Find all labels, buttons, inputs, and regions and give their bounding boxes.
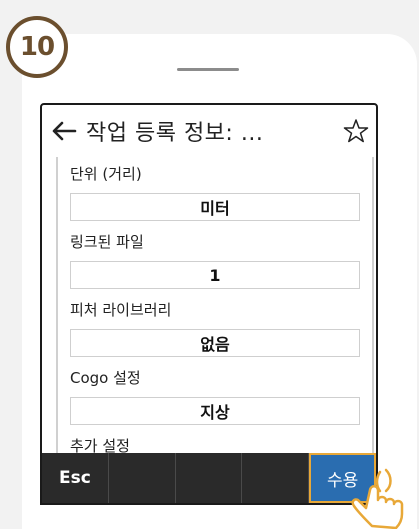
softkey-bar: Esc 수용 [42, 453, 376, 503]
cogo-settings-label: Cogo 설정 [70, 369, 141, 387]
feature-library-label: 피처 라이브러리 [70, 301, 172, 319]
back-arrow-icon[interactable] [42, 105, 86, 157]
linked-files-field[interactable]: 1 [70, 261, 360, 289]
star-outline-icon[interactable] [336, 105, 376, 157]
step-number-badge: 10 [6, 16, 68, 78]
esc-button[interactable]: Esc [42, 453, 109, 503]
additional-settings-label[interactable]: 추가 설정 [70, 435, 130, 455]
header: 작업 등록 정보: ... [42, 105, 376, 157]
distance-unit-field[interactable]: 미터 [70, 193, 360, 221]
step-number: 10 [19, 32, 55, 62]
softkey-3[interactable] [176, 453, 243, 503]
tap-hand-icon [351, 468, 404, 529]
cogo-settings-field[interactable]: 지상 [70, 397, 360, 425]
properties-list[interactable]: 단위 (거리) 미터 링크된 파일 1 피처 라이브러리 없음 Cogo 설정 … [56, 157, 374, 455]
phone-speaker [177, 68, 239, 71]
softkey-4[interactable] [242, 453, 310, 503]
device-screen: 작업 등록 정보: ... 단위 (거리) 미터 링크된 파일 1 피처 라이브… [40, 103, 378, 505]
linked-files-label: 링크된 파일 [70, 233, 144, 251]
feature-library-field[interactable]: 없음 [70, 329, 360, 357]
stage: 10 작업 등록 정보: ... 단위 (거리) 미터 링크된 파일 1 피처 … [0, 0, 419, 529]
distance-unit-label: 단위 (거리) [70, 165, 142, 183]
softkey-2[interactable] [109, 453, 176, 503]
page-title: 작업 등록 정보: ... [86, 121, 264, 146]
